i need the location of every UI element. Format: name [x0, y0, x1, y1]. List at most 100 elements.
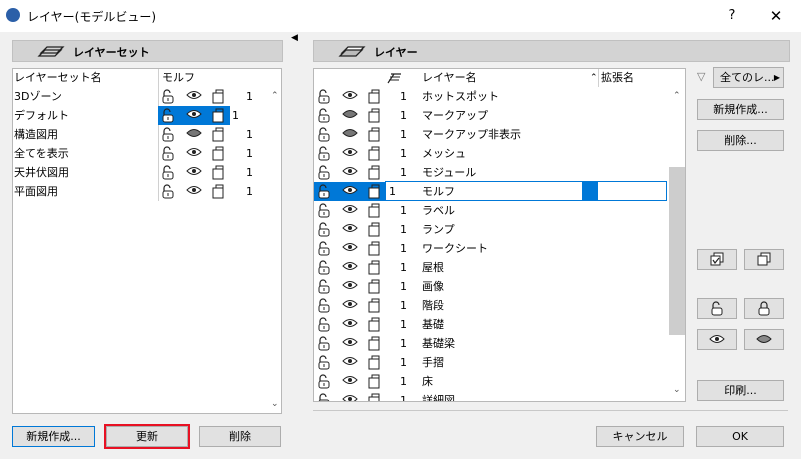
layer-row[interactable]: 1 基礎梁	[314, 334, 668, 353]
unlock-icon[interactable]	[317, 393, 331, 402]
layer-row[interactable]: 1 階段	[314, 296, 668, 315]
layer-set-row[interactable]: 全てを表示 1	[13, 144, 281, 163]
eye-icon[interactable]	[342, 222, 358, 234]
hidden-eye-icon[interactable]	[342, 127, 358, 139]
layer-set-row[interactable]: 平面図用 1	[13, 182, 281, 201]
layer-set-row[interactable]: デフォルト 1	[13, 106, 281, 125]
unlock-icon[interactable]	[161, 127, 175, 142]
wireframe-icon[interactable]	[367, 317, 381, 332]
wireframe-icon[interactable]	[367, 355, 381, 370]
unlock-icon[interactable]	[317, 241, 331, 256]
eye-icon[interactable]	[342, 184, 358, 196]
col-layer-set-name[interactable]: レイヤーセット名	[14, 69, 102, 87]
delete-layer-set-button[interactable]: 削除	[199, 426, 281, 447]
scroll-down-icon[interactable]: ⌄	[271, 399, 279, 409]
eye-icon[interactable]	[186, 165, 202, 177]
scroll-up-icon[interactable]: ⌃	[673, 91, 681, 101]
wireframe-icon[interactable]	[367, 108, 381, 123]
cancel-button[interactable]: キャンセル	[596, 426, 684, 447]
ok-button[interactable]: OK	[696, 426, 784, 447]
wireframe-icon[interactable]	[367, 146, 381, 161]
layer-filter-dropdown[interactable]: 全てのレ... ▶	[713, 67, 784, 88]
eye-icon[interactable]	[342, 260, 358, 272]
eye-icon[interactable]	[186, 108, 202, 120]
wireframe-icon[interactable]	[367, 184, 381, 199]
unlock-icon[interactable]	[317, 355, 331, 370]
unlock-icon[interactable]	[317, 336, 331, 351]
unlock-icon[interactable]	[317, 203, 331, 218]
wireframe-icon[interactable]	[211, 108, 225, 123]
eye-icon[interactable]	[342, 336, 358, 348]
unlock-all-button[interactable]	[697, 298, 737, 319]
update-button[interactable]: 更新	[104, 424, 190, 449]
layer-row[interactable]: 1 基礎	[314, 315, 668, 334]
show-all-button[interactable]	[697, 329, 737, 350]
eye-icon[interactable]	[186, 146, 202, 158]
layer-row[interactable]: 1 モジュール	[314, 163, 668, 182]
unlock-icon[interactable]	[317, 108, 331, 123]
eye-icon[interactable]	[342, 241, 358, 253]
eye-icon[interactable]	[342, 146, 358, 158]
close-button[interactable]: ✕	[764, 6, 788, 26]
wireframe-icon[interactable]	[367, 374, 381, 389]
wireframe-icon[interactable]	[211, 184, 225, 199]
wireframe-icon[interactable]	[367, 89, 381, 104]
print-button[interactable]: 印刷...	[697, 380, 784, 401]
collapse-left-arrow-icon[interactable]: ◀	[291, 33, 298, 43]
eye-icon[interactable]	[342, 355, 358, 367]
layer-row[interactable]: 1 マークアップ	[314, 106, 668, 125]
unlock-icon[interactable]	[317, 222, 331, 237]
wireframe-icon[interactable]	[367, 241, 381, 256]
hidden-eye-icon[interactable]	[186, 127, 202, 139]
layer-row[interactable]: 1床	[314, 372, 668, 391]
layer-row[interactable]: 1 ランプ	[314, 220, 668, 239]
eye-icon[interactable]	[342, 317, 358, 329]
unlock-icon[interactable]	[317, 298, 331, 313]
help-button[interactable]: ?	[722, 6, 742, 26]
wireframe-icon[interactable]	[367, 393, 381, 402]
layer-set-row[interactable]: 3Dゾーン 1	[13, 87, 281, 106]
wireframe-icon[interactable]	[367, 165, 381, 180]
eye-icon[interactable]	[342, 374, 358, 386]
layer-row[interactable]: 1 詳細図	[314, 391, 668, 402]
wireframe-icon[interactable]	[367, 203, 381, 218]
wireframe-icon[interactable]	[211, 165, 225, 180]
hide-all-button[interactable]	[744, 329, 784, 350]
unlock-icon[interactable]	[317, 260, 331, 275]
eye-icon[interactable]	[342, 279, 358, 291]
layer-row[interactable]: 1 手摺	[314, 353, 668, 372]
wireframe-icon[interactable]	[211, 146, 225, 161]
lock-all-button[interactable]	[744, 298, 784, 319]
unlock-icon[interactable]	[317, 374, 331, 389]
wireframe-icon[interactable]	[367, 222, 381, 237]
layer-row[interactable]: 1 屋根	[314, 258, 668, 277]
new-layer-button[interactable]: 新規作成...	[697, 99, 784, 120]
layer-row[interactable]: 1 モルフ	[314, 181, 668, 201]
wireframe-icon[interactable]	[211, 89, 225, 104]
scroll-down-icon[interactable]: ⌄	[673, 385, 681, 395]
unlock-icon[interactable]	[317, 184, 331, 199]
col-extension-name[interactable]: 拡張名	[601, 69, 634, 87]
layer-set-row[interactable]: 天井伏図用 1	[13, 163, 281, 182]
eye-icon[interactable]	[186, 89, 202, 101]
hidden-eye-icon[interactable]	[342, 108, 358, 120]
layer-row[interactable]: 1 ラベル	[314, 201, 668, 220]
eye-icon[interactable]	[342, 298, 358, 310]
layer-row[interactable]: 1 ワークシート	[314, 239, 668, 258]
unlock-icon[interactable]	[317, 317, 331, 332]
eye-icon[interactable]	[186, 184, 202, 196]
unlock-icon[interactable]	[161, 108, 175, 123]
unlock-icon[interactable]	[161, 146, 175, 161]
col-morph[interactable]: モルフ	[162, 69, 195, 87]
wireframe-icon[interactable]	[367, 336, 381, 351]
eye-icon[interactable]	[342, 393, 358, 402]
eye-icon[interactable]	[342, 203, 358, 215]
wireframe-icon[interactable]	[367, 279, 381, 294]
delete-layer-button[interactable]: 削除...	[697, 130, 784, 151]
paste-settings-button[interactable]	[744, 249, 784, 270]
layer-row[interactable]: 1 マークアップ非表示	[314, 125, 668, 144]
unlock-icon[interactable]	[317, 127, 331, 142]
unlock-icon[interactable]	[317, 279, 331, 294]
sort-icon[interactable]: ⌃	[590, 69, 598, 87]
unlock-icon[interactable]	[161, 165, 175, 180]
